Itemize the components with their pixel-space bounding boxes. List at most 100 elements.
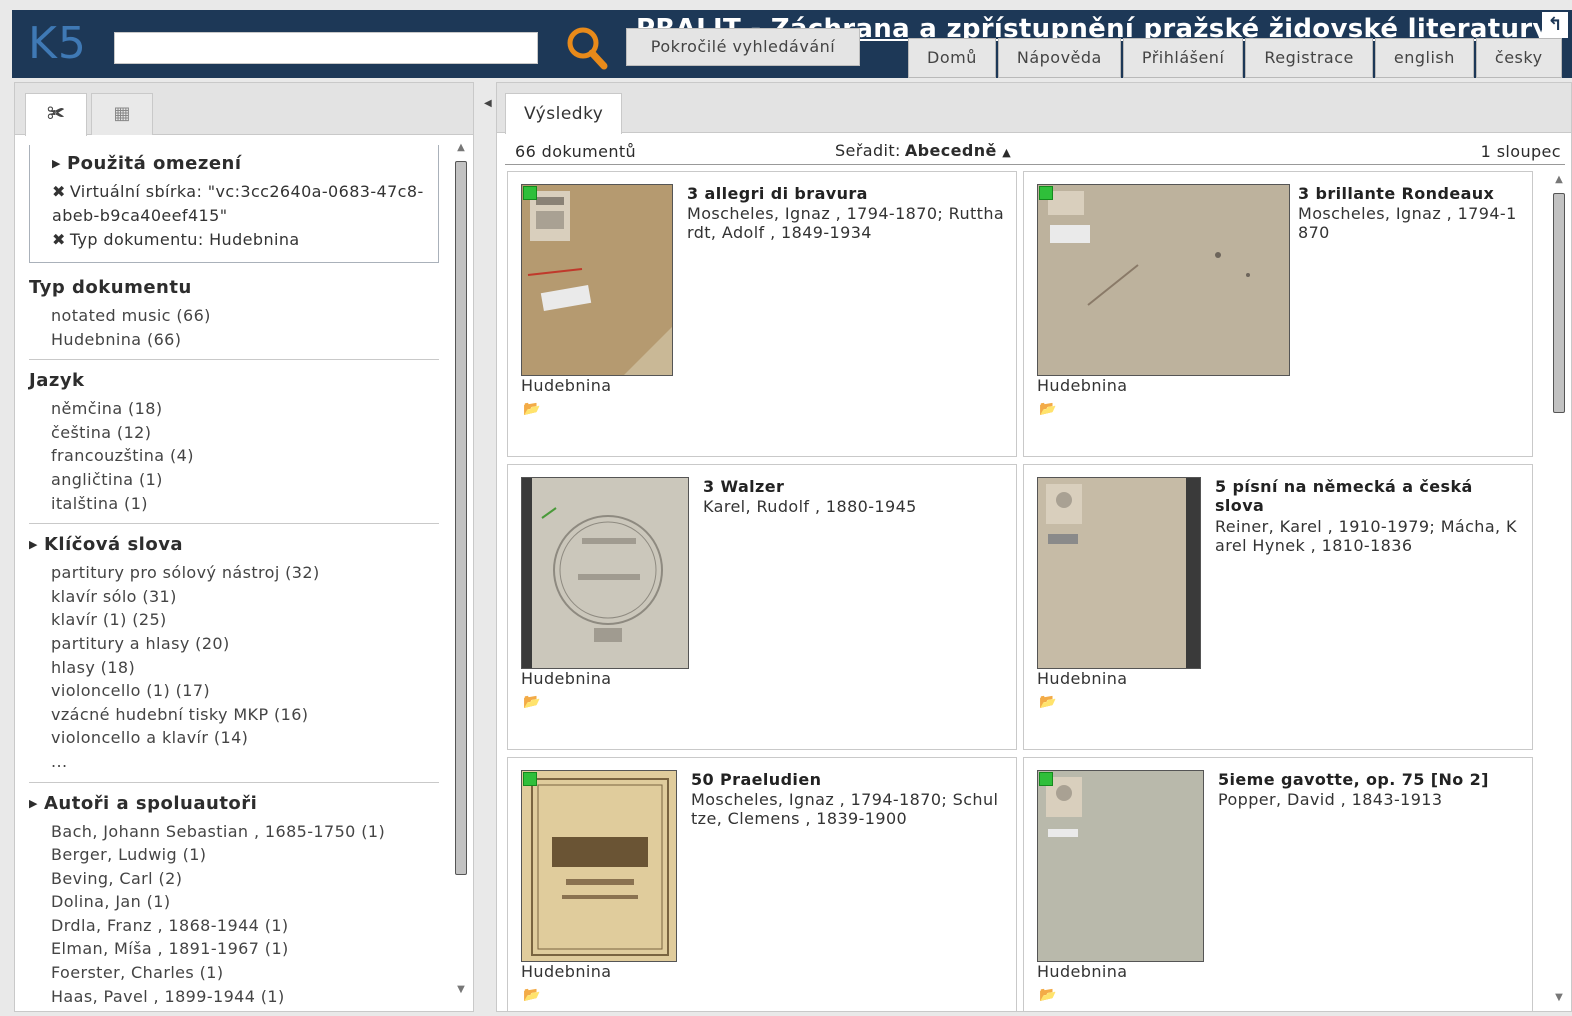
panel-splitter[interactable]: ◀ <box>478 82 494 1012</box>
calendar-icon: ▦ <box>113 103 131 124</box>
tab-facets[interactable]: ✀ <box>25 93 87 136</box>
result-title[interactable]: 5 písní na německá a česká slova <box>1215 477 1525 515</box>
applied-filter-collection[interactable]: ✖ Virtuální sbírka: "vc:3cc2640a-0683-47c… <box>52 180 428 228</box>
facet-title[interactable]: ▶ Autoři a spoluautoři <box>29 793 439 814</box>
sort-asc-icon[interactable]: ▲ <box>1002 146 1011 159</box>
results-scrollbar[interactable]: ▲ ▼ <box>1551 171 1567 1007</box>
triangle-right-icon: ▶ <box>29 796 38 810</box>
facet-item[interactable]: Elman, Míša , 1891-1967 (1) <box>29 937 439 961</box>
result-title[interactable]: 3 brillante Rondeaux <box>1298 184 1494 203</box>
facet-item[interactable]: Dolina, Jan (1) <box>29 890 439 914</box>
remove-icon[interactable]: ✖ <box>52 182 66 201</box>
result-thumbnail[interactable] <box>521 770 677 962</box>
applied-filter-doctype[interactable]: ✖ Typ dokumentu: Hudebnina <box>52 228 428 252</box>
back-icon[interactable]: ↰ <box>1542 12 1568 38</box>
result-type: Hudebnina <box>1037 962 1128 981</box>
facet-authors: ▶ Autoři a spoluautoři Bach, Johann Sebas… <box>29 783 439 1012</box>
facet-item[interactable]: angličtina (1) <box>29 468 439 492</box>
scroll-up-icon[interactable]: ▲ <box>453 141 469 155</box>
k5-logo[interactable]: K5 <box>28 18 87 69</box>
nav-register[interactable]: Registrace <box>1245 38 1373 78</box>
advanced-search-button[interactable]: Pokročilé vyhledávání <box>626 28 860 66</box>
result-title[interactable]: 5ieme gavotte, op. 75 [No 2] <box>1218 770 1489 789</box>
result-card[interactable]: 5ieme gavotte, op. 75 [No 2] Popper, Dav… <box>1023 757 1533 1011</box>
result-title[interactable]: 3 allegri di bravura <box>687 184 868 203</box>
triangle-right-icon: ▶ <box>52 157 61 170</box>
facet-item[interactable]: klavír sólo (31) <box>29 585 439 609</box>
result-card[interactable]: 3 allegri di bravura Moscheles, Ignaz , … <box>507 171 1017 457</box>
facets-scrollbar[interactable]: ▲ ▼ <box>453 139 469 999</box>
result-thumbnail[interactable] <box>1037 184 1290 376</box>
sort-value[interactable]: Abecedně <box>905 141 997 160</box>
collapse-left-icon[interactable]: ◀ <box>484 98 492 109</box>
result-title[interactable]: 3 Walzer <box>703 477 784 496</box>
facet-item[interactable]: Beving, Carl (2) <box>29 867 439 891</box>
nav-czech[interactable]: česky <box>1475 38 1562 78</box>
folder-icon[interactable]: 📂 <box>523 401 540 417</box>
scroll-thumb[interactable] <box>455 161 467 875</box>
results-toolbar: 66 dokumentů Seřadit: Abecedně ▲ 1 sloupe… <box>505 141 1565 165</box>
result-thumbnail[interactable] <box>1037 477 1201 669</box>
facet-item[interactable]: ... <box>29 750 439 774</box>
facet-item[interactable]: vzácné hudební tisky MKP (16) <box>29 703 439 727</box>
nav-login[interactable]: Přihlášení <box>1122 38 1244 78</box>
tab-results[interactable]: Výsledky <box>505 93 623 134</box>
facet-item[interactable]: hlasy (18) <box>29 656 439 680</box>
result-card[interactable]: 50 Praeludien Moscheles, Ignaz , 1794-18… <box>507 757 1017 1011</box>
result-card[interactable]: 3 Walzer Karel, Rudolf , 1880-1945 Hudeb… <box>507 464 1017 750</box>
sort-control[interactable]: Seřadit: Abecedně ▲ <box>835 141 1011 160</box>
result-card[interactable]: 5 písní na německá a česká slova Reiner,… <box>1023 464 1533 750</box>
availability-icon <box>1039 186 1053 200</box>
remove-icon[interactable]: ✖ <box>52 230 66 249</box>
facet-item[interactable]: notated music (66) <box>29 304 439 328</box>
facet-title: Typ dokumentu <box>29 277 192 298</box>
facet-item[interactable]: Hudebnina (66) <box>29 328 439 352</box>
facet-item[interactable]: violoncello (1) (17) <box>29 679 439 703</box>
scroll-up-icon[interactable]: ▲ <box>1551 173 1567 187</box>
availability-icon <box>523 186 537 200</box>
facet-title[interactable]: ▶ Klíčová slova <box>29 534 439 555</box>
facet-item[interactable]: klavír (1) (25) <box>29 608 439 632</box>
facet-item[interactable]: němčina (18) <box>29 397 439 421</box>
result-card[interactable]: 3 brillante Rondeaux Moscheles, Ignaz , … <box>1023 171 1533 457</box>
scroll-thumb[interactable] <box>1553 193 1565 413</box>
folder-icon[interactable]: 📂 <box>1039 694 1056 710</box>
result-type: Hudebnina <box>521 669 612 688</box>
availability-icon <box>1039 772 1053 786</box>
result-thumbnail[interactable] <box>521 184 673 376</box>
result-thumbnail[interactable] <box>1037 770 1204 962</box>
nav-help[interactable]: Nápověda <box>997 38 1121 78</box>
results-panel: Výsledky 66 dokumentů Seřadit: Abecedně ▲… <box>496 82 1572 1012</box>
search-input[interactable] <box>114 32 538 64</box>
tab-timeline[interactable]: ▦ <box>91 93 153 135</box>
facet-item[interactable]: partitury a hlasy (20) <box>29 632 439 656</box>
result-title[interactable]: 50 Praeludien <box>691 770 821 789</box>
result-author: Karel, Rudolf , 1880-1945 <box>703 497 917 516</box>
result-thumbnail[interactable] <box>521 477 689 669</box>
facet-item[interactable]: partitury pro sólový nástroj (32) <box>29 561 439 585</box>
facet-item[interactable]: francouzština (4) <box>29 444 439 468</box>
facets-panel: ✀ ▦ ▶ Použitá omezení ✖ Virtuální sbírka: … <box>14 82 474 1012</box>
app-header: K5 PRALIT - Záchrana a zpřístupnění praž… <box>12 10 1572 78</box>
scroll-down-icon[interactable]: ▼ <box>453 983 469 997</box>
folder-icon[interactable]: 📂 <box>1039 401 1056 417</box>
result-author: Popper, David , 1843-1913 <box>1218 790 1443 809</box>
folder-icon[interactable]: 📂 <box>523 694 540 710</box>
folder-icon[interactable]: 📂 <box>1039 987 1056 1003</box>
nav-english[interactable]: english <box>1374 38 1474 78</box>
columns-toggle[interactable]: 1 sloupec <box>1481 142 1561 161</box>
facet-item[interactable]: Drdla, Franz , 1868-1944 (1) <box>29 914 439 938</box>
facet-item[interactable]: Foerster, Charles (1) <box>29 961 439 985</box>
facet-item[interactable]: Bach, Johann Sebastian , 1685-1750 (1) <box>29 820 439 844</box>
facet-language: Jazyk němčina (18) čeština (12) francouzšt… <box>29 360 439 525</box>
folder-icon[interactable]: 📂 <box>523 987 540 1003</box>
applied-filters-title[interactable]: ▶ Použitá omezení <box>52 153 428 174</box>
facet-item[interactable]: čeština (12) <box>29 421 439 445</box>
facet-item[interactable]: italština (1) <box>29 492 439 516</box>
facet-item[interactable]: violoncello a klavír (14) <box>29 726 439 750</box>
nav-home[interactable]: Domů <box>908 38 996 78</box>
search-button[interactable] <box>564 24 610 70</box>
facet-item[interactable]: Haas, Pavel , 1899-1944 (1) <box>29 985 439 1009</box>
facet-item[interactable]: Berger, Ludwig (1) <box>29 843 439 867</box>
scroll-down-icon[interactable]: ▼ <box>1551 991 1567 1005</box>
